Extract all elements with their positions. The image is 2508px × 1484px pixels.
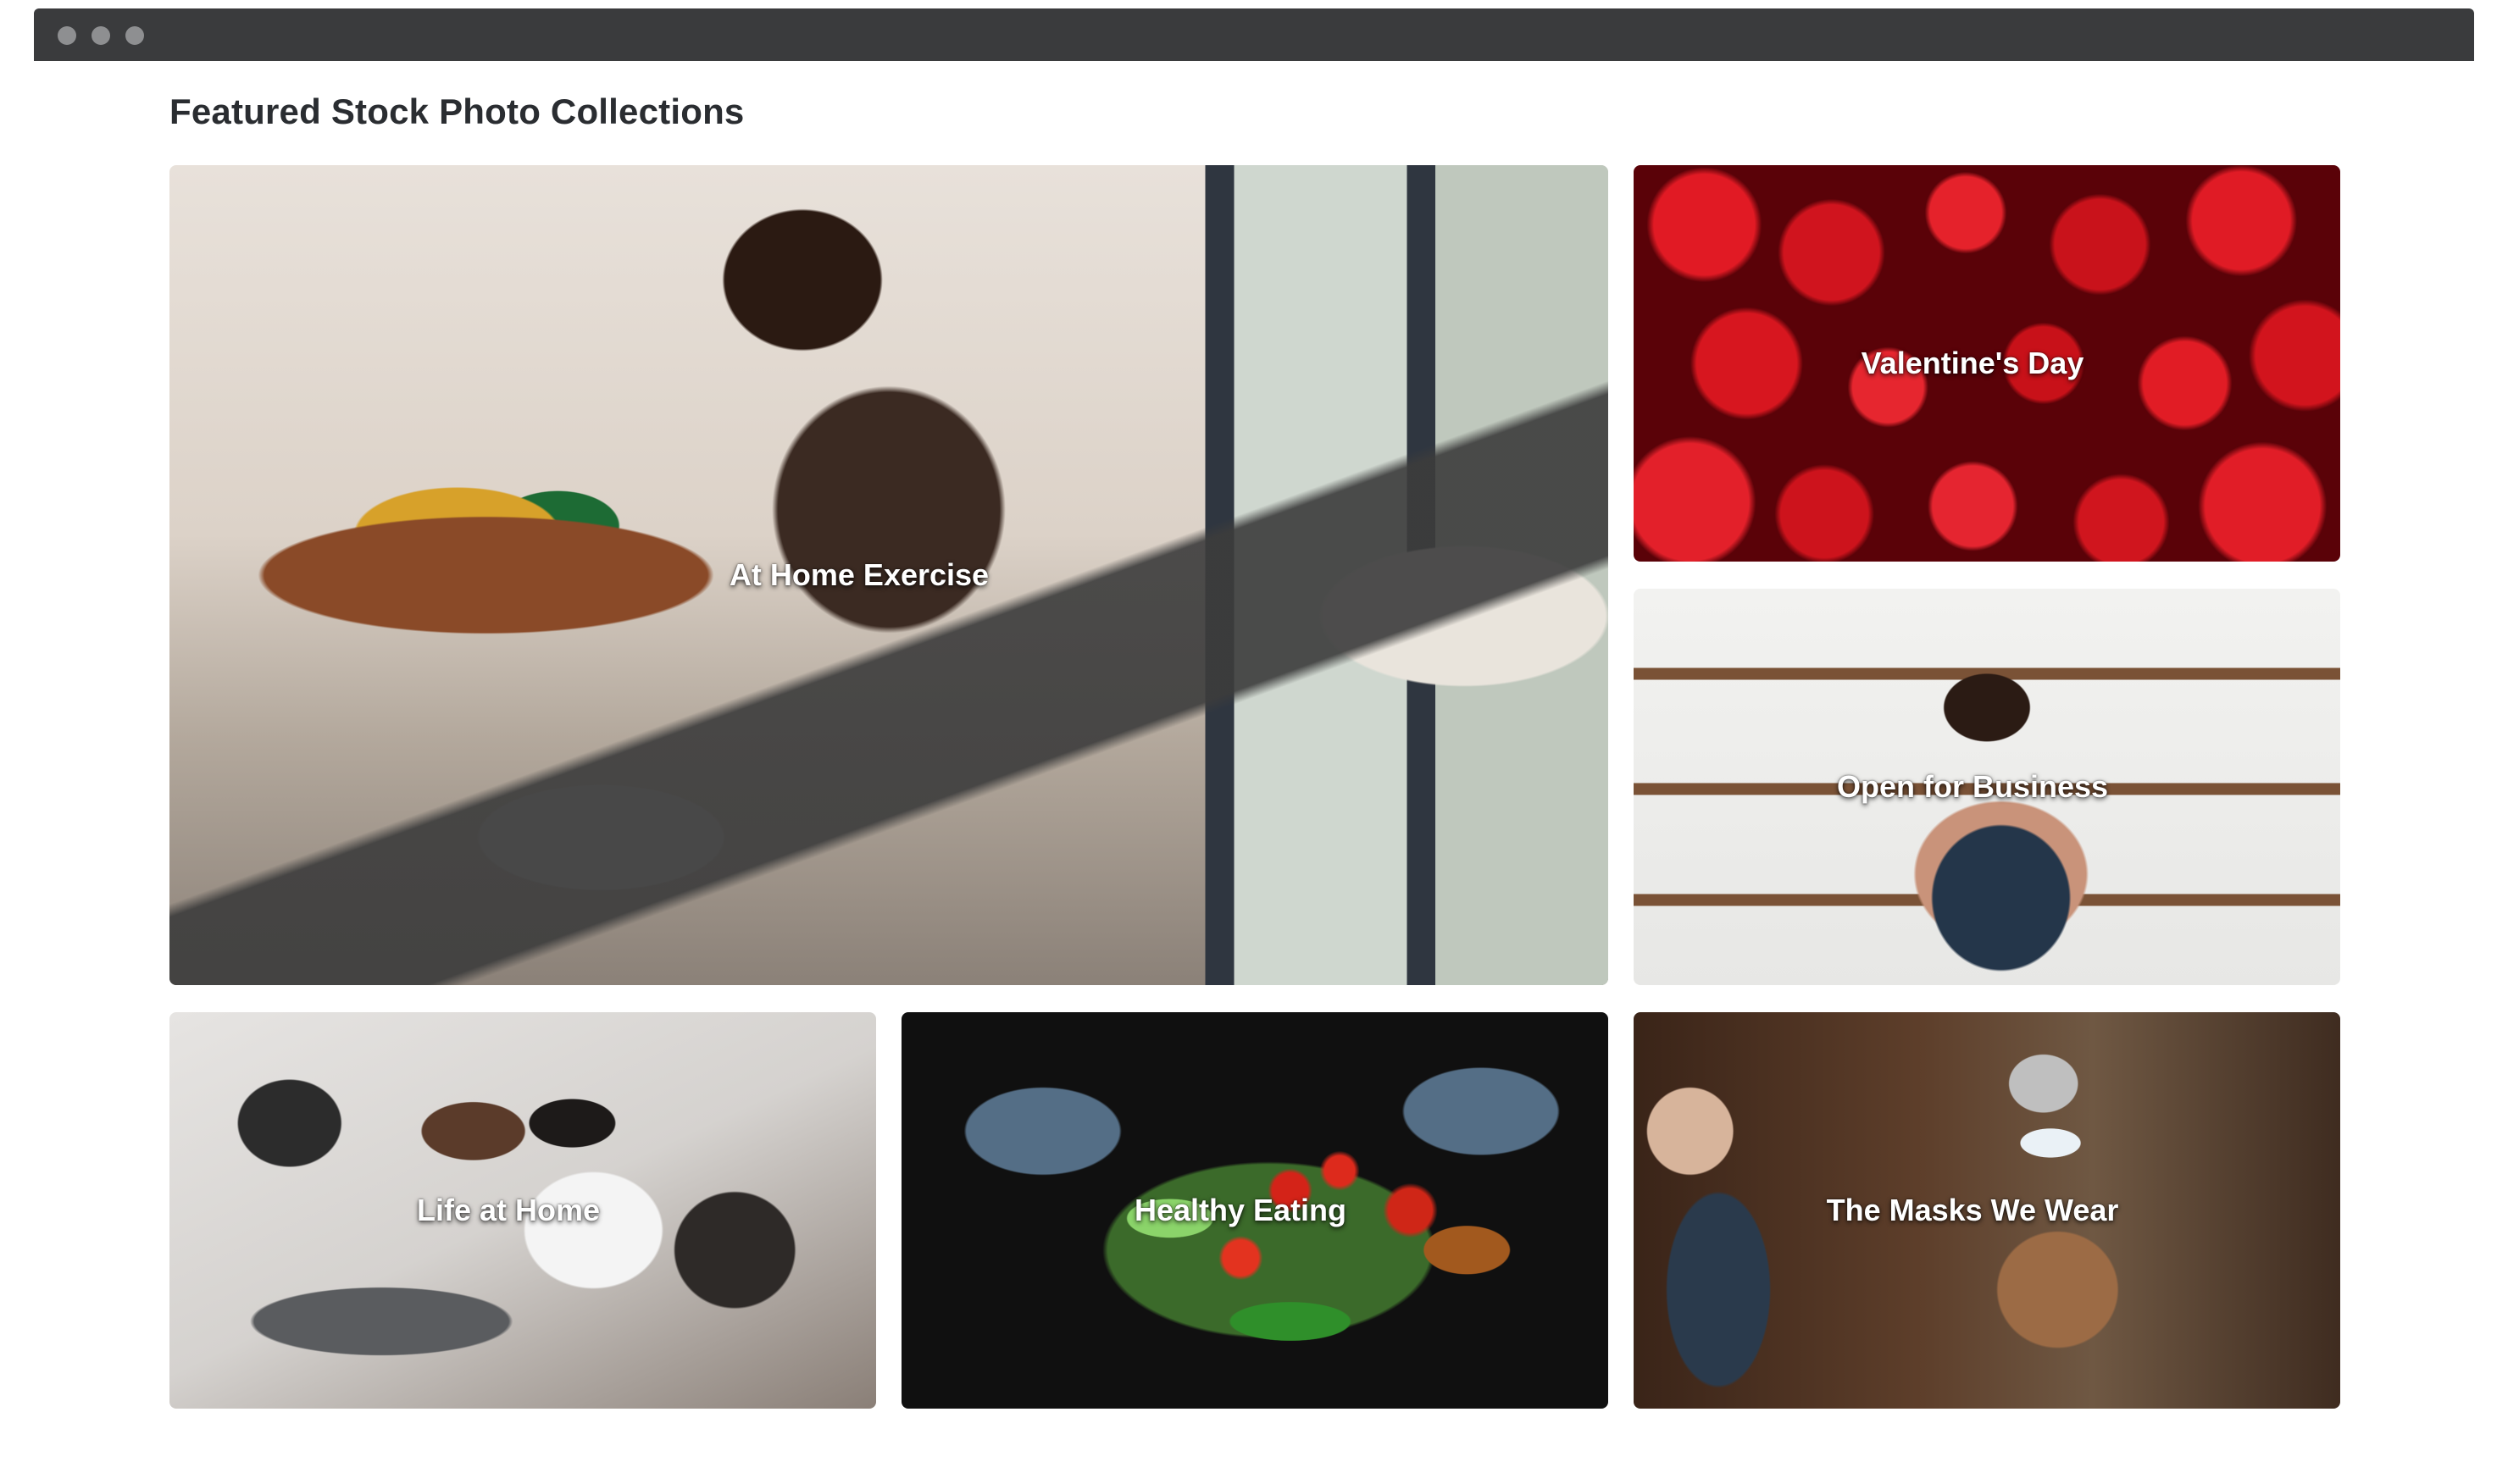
collection-tile-the-masks-we-wear[interactable]: The Masks We Wear <box>1634 1012 2340 1409</box>
collection-label: Valentine's Day <box>1861 346 2084 380</box>
window-minimize-dot-icon[interactable] <box>92 26 110 45</box>
collection-tile-at-home-exercise[interactable]: At Home Exercise <box>169 165 1608 985</box>
collection-tile-open-for-business[interactable]: Open for Business <box>1634 589 2340 985</box>
collection-label: Life at Home <box>416 1193 601 1227</box>
collection-label: Healthy Eating <box>1134 1193 1347 1227</box>
browser-title-bar <box>34 8 2474 61</box>
collection-tile-healthy-eating[interactable]: Healthy Eating <box>902 1012 1608 1409</box>
collection-label: At Home Exercise <box>729 557 990 592</box>
collection-label: The Masks We Wear <box>1826 1193 2119 1227</box>
collection-tile-valentines-day[interactable]: Valentine's Day <box>1634 165 2340 562</box>
window-close-dot-icon[interactable] <box>58 26 76 45</box>
window-maximize-dot-icon[interactable] <box>125 26 144 45</box>
page-title: Featured Stock Photo Collections <box>169 91 745 131</box>
collection-label: Open for Business <box>1836 769 2109 804</box>
collection-tile-life-at-home[interactable]: Life at Home <box>169 1012 876 1409</box>
